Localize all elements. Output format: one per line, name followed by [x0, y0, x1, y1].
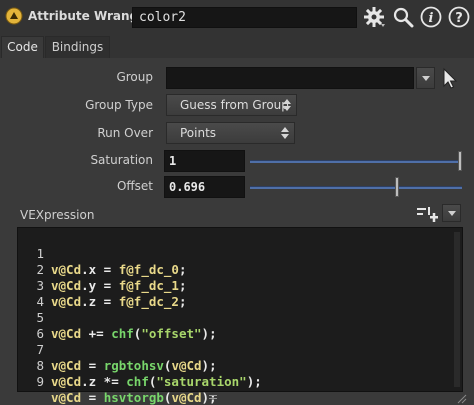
- saturation-slider-handle[interactable]: [458, 151, 462, 171]
- wrangle-node-icon: [5, 7, 23, 25]
- code-line: 7 v@Cd = rgbtohsv(v@Cd);: [18, 326, 458, 373]
- saturation-label: Saturation: [90, 153, 153, 167]
- resize-corner-icon[interactable]: [457, 394, 467, 404]
- group-type-dropdown[interactable]: Guess from Group: [166, 94, 297, 116]
- run-over-value: Points: [180, 126, 217, 140]
- offset-slider-handle[interactable]: [395, 177, 399, 197]
- resize-grip-icon[interactable]: [208, 393, 218, 401]
- offset-label: Offset: [116, 179, 153, 193]
- group-type-label: Group Type: [85, 98, 153, 112]
- svg-text:i: i: [429, 11, 434, 26]
- code-line: 9 v@Cd = hsvtorgb(v@Cd);: [18, 358, 458, 405]
- group-type-value: Guess from Group: [180, 98, 289, 112]
- tab-code[interactable]: Code: [1, 36, 44, 58]
- code-token: .z *=: [81, 374, 127, 389]
- code-line: 5 v@Cd += chf("offset");: [18, 294, 458, 341]
- editor-scrollbar[interactable]: [454, 232, 460, 387]
- vex-menu-button[interactable]: [442, 204, 461, 222]
- code-token: chf: [126, 374, 149, 389]
- code-line: 2 v@Cd.y = f@f_dc_1;: [18, 246, 458, 293]
- help-icon[interactable]: ?: [448, 6, 470, 28]
- saturation-field[interactable]: 1: [164, 150, 245, 172]
- gear-icon[interactable]: [363, 6, 385, 28]
- run-over-label: Run Over: [97, 126, 153, 140]
- group-label: Group: [116, 70, 153, 84]
- updown-arrow-icon: [281, 127, 289, 139]
- tab-bindings[interactable]: Bindings: [45, 36, 110, 58]
- search-icon[interactable]: [392, 6, 414, 28]
- group-menu-button[interactable]: [416, 67, 435, 89]
- code-line: 1 v@Cd.x = f@f_dc_0;: [18, 230, 458, 277]
- code-line: 8 v@Cd.z *= chf("saturation");: [18, 342, 458, 389]
- code-token: hsvtorgb: [103, 390, 164, 405]
- svg-text:?: ?: [455, 11, 463, 26]
- offset-slider-track[interactable]: [250, 186, 462, 189]
- code-line: 3 v@Cd.z = f@f_dc_2;: [18, 262, 458, 309]
- code-token: v@Cd: [51, 374, 82, 389]
- code-token: "saturation": [156, 374, 247, 389]
- line-number: 9: [36, 374, 44, 389]
- info-icon[interactable]: i: [420, 6, 442, 28]
- chevron-down-icon: [448, 211, 456, 216]
- code-line: 6: [18, 310, 458, 341]
- chevron-down-icon: [422, 76, 430, 81]
- code-line: 4: [18, 278, 458, 309]
- code-token: v@Cd: [51, 390, 82, 405]
- updown-arrow-icon: [283, 99, 291, 111]
- run-over-dropdown[interactable]: Points: [166, 122, 295, 144]
- code-token: );: [246, 374, 262, 389]
- node-name-field[interactable]: color2: [132, 7, 357, 28]
- saturation-slider-track[interactable]: [250, 160, 462, 163]
- select-arrow-icon[interactable]: [441, 67, 459, 89]
- vexpression-label: VEXpression: [20, 208, 95, 222]
- add-spare-parm-icon[interactable]: [415, 204, 439, 224]
- group-field[interactable]: [166, 67, 414, 89]
- offset-field[interactable]: 0.696: [164, 176, 245, 198]
- code-token: v@Cd: [171, 390, 202, 405]
- vex-code-editor[interactable]: 1 v@Cd.x = f@f_dc_0; 2 v@Cd.y = f@f_dc_1…: [17, 227, 463, 405]
- code-token: =: [81, 390, 104, 405]
